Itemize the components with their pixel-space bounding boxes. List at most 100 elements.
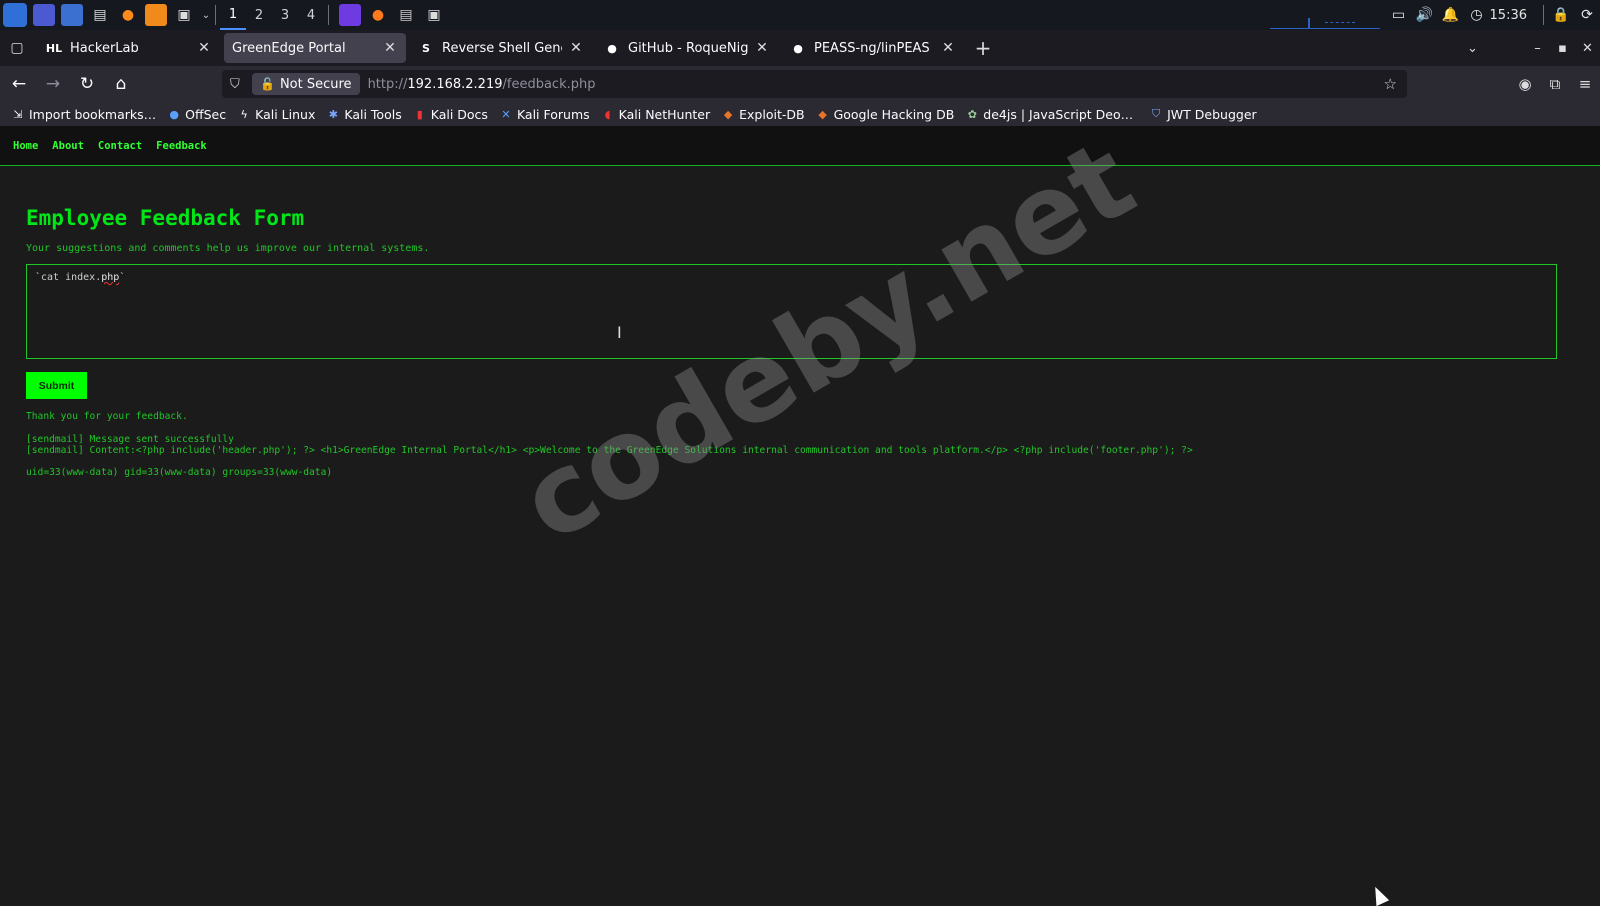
feedback-text-misspelled: php	[101, 272, 120, 283]
account-icon[interactable]: ◉	[1510, 75, 1540, 93]
window-controls: ⌄ – ▪ ✕	[1460, 30, 1600, 66]
extensions-icon[interactable]: ⧉	[1540, 75, 1570, 93]
firefox-icon[interactable]: ●	[117, 4, 139, 26]
burp-running-icon[interactable]	[339, 4, 361, 26]
firefox-running-icon[interactable]: ●	[367, 4, 389, 26]
bookmark-kali-tools[interactable]: ✱ Kali Tools	[326, 106, 402, 122]
bookmark-label: Kali Tools	[344, 106, 402, 122]
sendmail-status: [sendmail] Message sent successfully	[26, 434, 234, 445]
bookmark-exploit-db[interactable]: ◆ Exploit-DB	[721, 107, 805, 122]
cpu-graph	[1270, 16, 1380, 29]
bookmark-kali-docs[interactable]: ▮ Kali Docs	[413, 107, 488, 122]
tab-overview-icon[interactable]: ▢	[0, 30, 34, 66]
tab-github-roquenight[interactable]: ● GitHub - RoqueNight/Rev ✕	[596, 33, 778, 63]
tab-title: Reverse Shell Generator	[442, 40, 562, 56]
bookmark-offsec[interactable]: ● OffSec	[167, 107, 226, 122]
workspace-1[interactable]: 1	[220, 0, 246, 30]
text-editor-icon[interactable]: ▤	[89, 4, 111, 26]
terminal-icon[interactable]: ▣	[173, 4, 195, 26]
shield-icon[interactable]: ⛉	[230, 77, 250, 92]
nav-home[interactable]: Home	[13, 140, 38, 152]
de4js-icon: ✿	[967, 107, 977, 121]
workspace-2[interactable]: 2	[246, 0, 272, 30]
bookmark-label: de4js | JavaScript Deo…	[983, 106, 1134, 122]
editor-running-icon[interactable]: ▤	[395, 4, 417, 26]
tab-greenedge-portal[interactable]: GreenEdge Portal ✕	[224, 33, 406, 63]
new-tab-button[interactable]: +	[968, 33, 998, 63]
close-icon[interactable]: ✕	[568, 40, 584, 56]
url-scheme: http://	[367, 76, 408, 92]
not-secure-badge[interactable]: 🔓 Not Secure	[252, 73, 360, 95]
os-top-panel: ▤ ● ▣ ⌄ 1 2 3 4 ● ▤ ▣ ▭ 🔊 🔔 ◷ 15:36 🔒 ⟳	[0, 0, 1600, 30]
offsec-icon: ●	[169, 107, 179, 121]
bookmark-star-icon[interactable]: ☆	[1384, 75, 1397, 93]
reload-icon[interactable]: ↻	[72, 69, 102, 99]
tab-title: PEASS-ng/linPEAS at mas	[814, 40, 934, 56]
panel-separator	[215, 5, 216, 25]
nav-feedback[interactable]: Feedback	[156, 140, 207, 152]
jwt-shield-icon: ⛉	[1152, 107, 1161, 120]
url-path: /feedback.php	[502, 76, 596, 92]
bookmark-import[interactable]: ⇲ Import bookmarks…	[11, 107, 156, 122]
bookmark-kali-linux[interactable]: ϟ Kali Linux	[237, 107, 315, 122]
bookmark-kali-forums[interactable]: ✕ Kali Forums	[499, 107, 589, 122]
exploit-db-icon: ◆	[723, 107, 733, 121]
close-icon[interactable]: ✕	[382, 40, 398, 56]
close-icon[interactable]: ✕	[940, 40, 956, 56]
workspace-4[interactable]: 4	[298, 0, 324, 30]
file-manager-icon[interactable]	[61, 4, 83, 26]
tab-peass-ng[interactable]: ● PEASS-ng/linPEAS at mas ✕	[782, 33, 964, 63]
workspace-3[interactable]: 3	[272, 0, 298, 30]
close-icon[interactable]: ✕	[754, 40, 770, 56]
clock[interactable]: 15:36	[1490, 8, 1527, 23]
forward-icon[interactable]: →	[38, 69, 68, 99]
volume-icon[interactable]: 🔊	[1412, 0, 1438, 30]
kali-docs-icon: ▮	[416, 107, 423, 121]
hackerlab-favicon-icon: HL	[45, 41, 63, 55]
url-bar[interactable]: ⛉ 🔓 Not Secure http://192.168.2.219/feed…	[222, 70, 1407, 98]
desktop-icon[interactable]	[33, 4, 55, 26]
close-icon[interactable]: ✕	[196, 40, 212, 56]
burpsuite-icon[interactable]	[145, 4, 167, 26]
close-window-icon[interactable]: ✕	[1575, 41, 1600, 56]
github-icon: ●	[793, 41, 803, 55]
kali-tools-icon: ✱	[328, 107, 338, 121]
command-output-id: uid=33(www-data) gid=33(www-data) groups…	[26, 467, 333, 478]
terminal-running-icon[interactable]: ▣	[423, 4, 445, 26]
menu-icon[interactable]: ≡	[1570, 75, 1600, 93]
maximize-icon[interactable]: ▪	[1550, 41, 1575, 56]
chevron-down-icon[interactable]: ⌄	[201, 4, 211, 26]
notification-bell-icon[interactable]: 🔔	[1438, 0, 1464, 30]
display-icon[interactable]: ▭	[1386, 0, 1412, 30]
tab-reverse-shell-generator[interactable]: S Reverse Shell Generator ✕	[410, 33, 592, 63]
revshell-favicon-icon: S	[422, 41, 430, 55]
nav-about[interactable]: About	[52, 140, 84, 152]
tab-title: GitHub - RoqueNight/Rev	[628, 40, 748, 56]
nethunter-icon: ◖	[604, 107, 611, 121]
bookmark-kali-nethunter[interactable]: ◖ Kali NetHunter	[601, 107, 710, 122]
submit-button[interactable]: Submit	[26, 372, 87, 399]
tab-list-chevron-icon[interactable]: ⌄	[1460, 41, 1485, 56]
kali-menu-icon[interactable]	[3, 3, 27, 27]
power-icon[interactable]: ⟳	[1574, 0, 1600, 30]
github-icon: ●	[607, 41, 617, 55]
page-content: Home About Contact Feedback Employee Fee…	[0, 115, 1600, 906]
home-icon[interactable]: ⌂	[106, 69, 136, 99]
nav-contact[interactable]: Contact	[98, 140, 142, 152]
sendmail-content: [sendmail] Content:<?php include('header…	[26, 445, 1193, 456]
back-icon[interactable]: ←	[4, 69, 34, 99]
tab-hackerlab[interactable]: HL HackerLab ✕	[38, 33, 220, 63]
bookmark-label: Import bookmarks…	[29, 106, 157, 122]
browser-tab-bar: ▢ HL HackerLab ✕ GreenEdge Portal ✕ S Re…	[0, 30, 1600, 66]
url-text[interactable]: http://192.168.2.219/feedback.php	[368, 77, 596, 92]
lock-icon[interactable]: 🔒	[1548, 0, 1574, 30]
bookmark-jwt-debugger[interactable]: ⛉ JWT Debugger	[1149, 107, 1257, 122]
site-nav: Home About Contact Feedback	[0, 126, 1600, 166]
bookmarks-toolbar: ⇲ Import bookmarks… ● OffSec ϟ Kali Linux ✱…	[0, 102, 1600, 126]
bookmark-google-hacking-db[interactable]: ◆ Google Hacking DB	[816, 106, 955, 122]
bookmark-de4js[interactable]: ✿ de4js | JavaScript Deo…	[965, 107, 1133, 122]
minimize-icon[interactable]: –	[1525, 41, 1550, 56]
page-subtitle: Your suggestions and comments help us im…	[26, 243, 430, 254]
panel-separator	[1543, 5, 1544, 25]
bookmark-label: Google Hacking DB	[833, 106, 955, 122]
